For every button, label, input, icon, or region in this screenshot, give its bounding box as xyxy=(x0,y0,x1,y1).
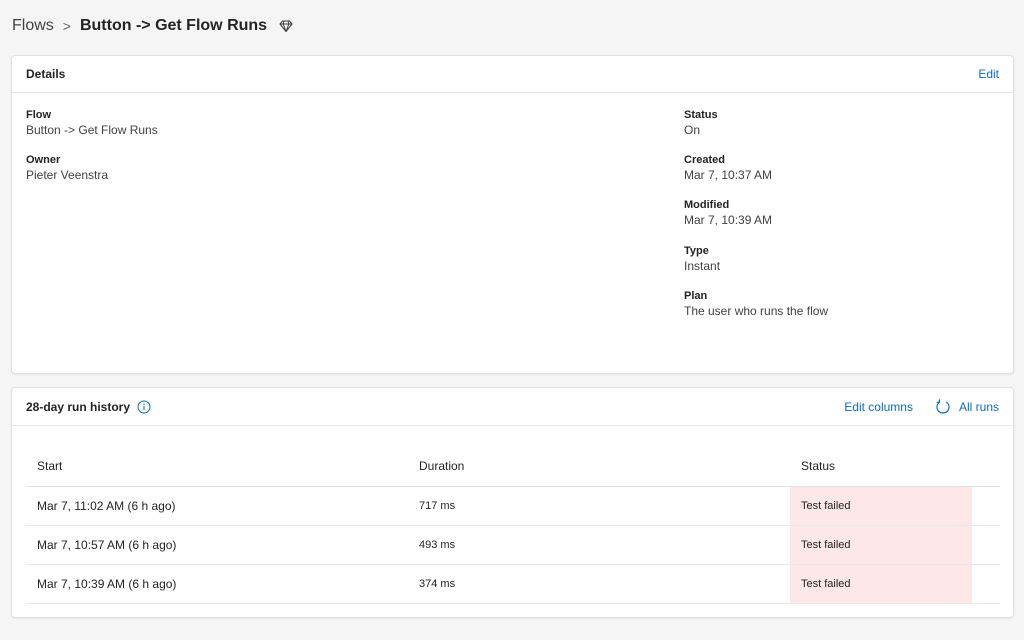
field-flow-label: Flow xyxy=(26,109,52,121)
field-created: Created Mar 7, 10:37 AM xyxy=(684,153,772,183)
table-row[interactable]: Mar 7, 10:39 AM (6 h ago) 374 ms Test fa… xyxy=(26,564,1000,604)
info-icon[interactable] xyxy=(137,400,151,414)
column-header-spacer xyxy=(972,446,1000,487)
run-history-table: Start Duration Status Mar 7, 11:02 AM (6… xyxy=(26,446,1000,604)
breadcrumb: Flows > Button -> Get Flow Runs xyxy=(12,14,295,38)
column-header-duration[interactable]: Duration xyxy=(408,446,790,487)
run-start[interactable]: Mar 7, 10:39 AM (6 h ago) xyxy=(26,564,408,604)
table-row[interactable]: Mar 7, 11:02 AM (6 h ago) 717 ms Test fa… xyxy=(26,486,1000,526)
field-created-value: Mar 7, 10:37 AM xyxy=(684,168,773,182)
field-plan: Plan The user who runs the flow xyxy=(684,289,828,319)
run-duration: 493 ms xyxy=(408,525,790,565)
row-spacer xyxy=(972,486,1000,526)
details-fields: Flow Button -> Get Flow Runs Owner Piete… xyxy=(12,93,1013,373)
field-status-value: On xyxy=(684,123,701,137)
table-row[interactable]: Mar 7, 10:57 AM (6 h ago) 493 ms Test fa… xyxy=(26,525,1000,565)
field-status: Status On xyxy=(684,108,718,138)
run-status: Test failed xyxy=(790,486,972,526)
run-history-header: 28-day run history Edit columns All runs xyxy=(12,388,1013,426)
breadcrumb-separator: > xyxy=(62,18,71,34)
field-flow: Flow Button -> Get Flow Runs xyxy=(26,108,158,138)
page-title: Button -> Get Flow Runs xyxy=(79,17,268,34)
column-header-start[interactable]: Start xyxy=(26,446,408,487)
details-header: Details Edit xyxy=(12,56,1013,93)
field-created-label: Created xyxy=(684,154,725,166)
field-modified: Modified Mar 7, 10:39 AM xyxy=(684,198,772,228)
run-duration: 374 ms xyxy=(408,564,790,604)
run-history-title: 28-day run history xyxy=(26,399,131,414)
field-modified-label: Modified xyxy=(684,199,730,211)
field-flow-value: Button -> Get Flow Runs xyxy=(26,123,158,137)
field-status-label: Status xyxy=(684,109,718,121)
row-spacer xyxy=(972,525,1000,565)
table-header-row: Start Duration Status xyxy=(26,446,1000,487)
field-owner-label: Owner xyxy=(26,154,61,166)
run-start[interactable]: Mar 7, 10:57 AM (6 h ago) xyxy=(26,525,408,565)
details-card: Details Edit Flow Button -> Get Flow Run… xyxy=(11,55,1014,374)
all-runs-button[interactable]: All runs xyxy=(935,398,999,415)
edit-columns-button[interactable]: Edit columns xyxy=(844,400,913,414)
premium-diamond-icon xyxy=(279,18,295,34)
run-status: Test failed xyxy=(790,564,972,604)
field-type-value: Instant xyxy=(684,259,721,273)
field-plan-label: Plan xyxy=(684,290,708,302)
column-header-status[interactable]: Status xyxy=(790,446,972,487)
field-plan-value: The user who runs the flow xyxy=(684,304,829,318)
field-type-label: Type xyxy=(684,245,709,257)
run-status: Test failed xyxy=(790,525,972,565)
run-duration: 717 ms xyxy=(408,486,790,526)
field-owner-value: Pieter Veenstra xyxy=(26,168,109,182)
run-history-card: 28-day run history Edit columns All runs xyxy=(11,387,1014,618)
run-start[interactable]: Mar 7, 11:02 AM (6 h ago) xyxy=(26,486,408,526)
breadcrumb-flows-link[interactable]: Flows xyxy=(12,17,54,35)
row-spacer xyxy=(972,564,1000,604)
field-modified-value: Mar 7, 10:39 AM xyxy=(684,213,773,227)
all-runs-label: All runs xyxy=(958,399,999,414)
field-type: Type Instant xyxy=(684,244,720,274)
field-owner: Owner Pieter Veenstra xyxy=(26,153,108,183)
details-title: Details xyxy=(26,67,66,81)
refresh-icon xyxy=(936,398,950,414)
edit-details-button[interactable]: Edit xyxy=(978,67,999,81)
